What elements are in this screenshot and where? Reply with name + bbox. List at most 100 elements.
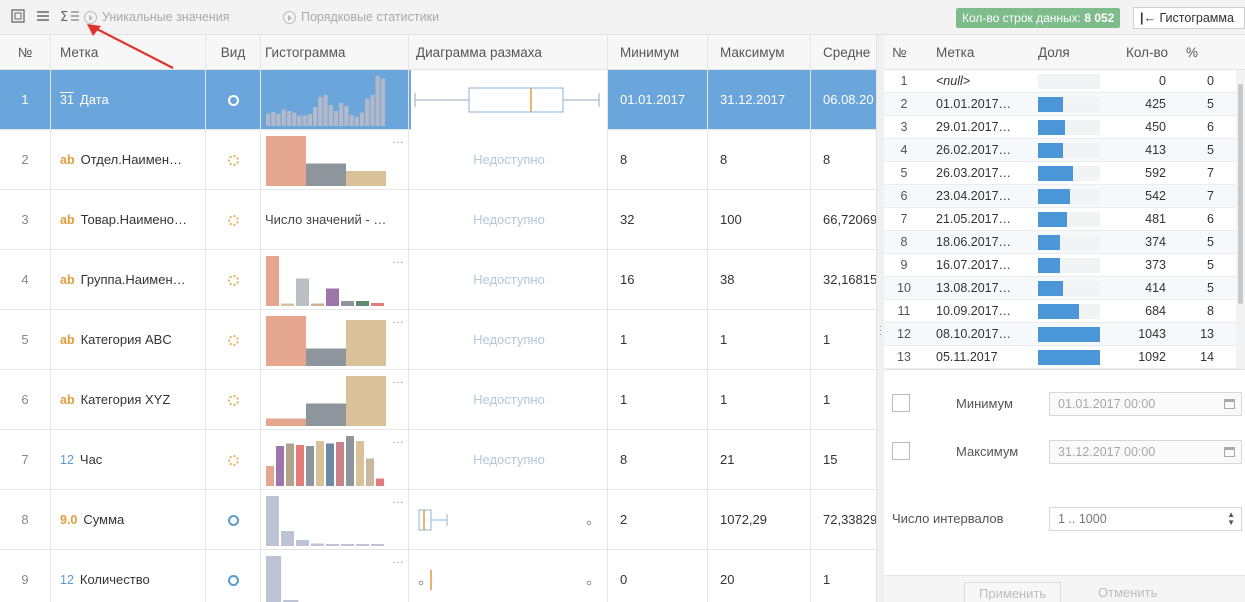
table-row[interactable]: 6 ab Категория XYZ … Недоступно 1 1 1 <box>0 370 876 430</box>
field-label-cell[interactable]: ab Группа.Наимен… <box>60 250 205 310</box>
histogram-bar <box>296 278 309 306</box>
histogram-bar <box>326 443 334 486</box>
intervals-input[interactable]: 1 .. 1000 ▲ ▼ <box>1049 507 1242 531</box>
panel-header-count[interactable]: Кол-во <box>1126 35 1168 70</box>
more-icon[interactable]: … <box>392 373 404 385</box>
panel-header-share[interactable]: Доля <box>1038 35 1070 70</box>
panel-scrollbar[interactable] <box>1236 70 1245 370</box>
histogram-cell[interactable]: … <box>262 430 408 490</box>
field-label-cell[interactable]: 12 Час <box>60 430 205 490</box>
share-bar-fill <box>1038 189 1071 204</box>
max-checkbox[interactable] <box>892 442 910 460</box>
more-icon[interactable]: … <box>392 553 404 565</box>
table-row[interactable]: 2 ab Отдел.Наимен… … Недоступно 8 8 8 <box>0 130 876 190</box>
panel-row-number: 8 <box>900 235 908 249</box>
boxplot-cell[interactable] <box>411 490 607 550</box>
boxplot-cell[interactable]: Недоступно <box>411 250 607 310</box>
boxplot-chart <box>418 570 592 590</box>
max-input[interactable]: 31.12.2017 00:00 <box>1049 440 1242 464</box>
cancel-button[interactable]: Отменить <box>1084 582 1171 602</box>
field-label-cell[interactable]: ab Категория ABC <box>60 310 205 370</box>
more-icon[interactable]: … <box>392 253 404 265</box>
panel-row-count: 481 <box>1145 212 1166 226</box>
panel-row[interactable]: 2 01.01.2017… 425 5 <box>884 93 1236 116</box>
histogram-cell[interactable]: … <box>262 550 408 602</box>
panel-row[interactable]: 4 26.02.2017… 413 5 <box>884 139 1236 162</box>
table-row[interactable]: 3 ab Товар.Наимено… Число значений - … Недос… <box>0 190 876 250</box>
histogram-cell[interactable]: … <box>262 130 408 190</box>
calendar-icon[interactable] <box>1224 399 1235 409</box>
panel-header-num[interactable]: № <box>892 35 906 70</box>
more-icon[interactable]: … <box>392 433 404 445</box>
field-label-cell[interactable]: 31 Дата <box>60 70 205 130</box>
value-mean: 1 <box>823 572 831 587</box>
boxplot-cell[interactable]: Недоступно <box>411 370 607 430</box>
panel-header-pct[interactable]: % <box>1186 35 1198 70</box>
histogram-cell[interactable]: … <box>262 490 408 550</box>
header-num[interactable]: № <box>0 35 50 70</box>
histogram-cell[interactable]: … <box>262 310 408 370</box>
histogram-bar <box>276 446 284 486</box>
histogram-bar <box>371 544 384 546</box>
table-row[interactable]: 1 31 Дата 01.01.2017 31.12.2017 06.08.20 <box>0 70 876 130</box>
frame-icon[interactable] <box>10 9 26 25</box>
panel-header-label[interactable]: Метка <box>936 35 974 70</box>
field-label-cell[interactable]: ab Категория XYZ <box>60 370 205 430</box>
histogram-chart <box>266 376 386 426</box>
header-boxplot[interactable]: Диаграмма размаха <box>416 35 596 70</box>
boxplot-cell[interactable] <box>411 550 607 602</box>
table-row[interactable]: 4 ab Группа.Наимен… … Недоступно 16 38 32,16815 <box>0 250 876 310</box>
panel-row[interactable]: 12 08.10.2017… 1043 13 <box>884 323 1236 346</box>
header-histogram[interactable]: Гистограмма <box>265 35 405 70</box>
categorical-icon <box>227 455 239 467</box>
header-kind[interactable]: Вид <box>208 35 258 70</box>
panel-splitter[interactable]: · · · <box>876 35 884 602</box>
panel-row[interactable]: 6 23.04.2017… 542 7 <box>884 185 1236 208</box>
histogram-cell[interactable]: Число значений - … <box>262 190 408 250</box>
boxplot-cell[interactable]: Недоступно <box>411 190 607 250</box>
list-icon[interactable] <box>35 9 51 25</box>
min-input[interactable]: 01.01.2017 00:00 <box>1049 392 1242 416</box>
field-kind-cell <box>208 370 258 430</box>
panel-row[interactable]: 5 26.03.2017… 592 7 <box>884 162 1236 185</box>
histogram-cell[interactable] <box>262 70 408 130</box>
more-icon[interactable]: … <box>392 133 404 145</box>
panel-row[interactable]: 3 29.01.2017… 450 6 <box>884 116 1236 139</box>
header-mean[interactable]: Средне <box>823 35 876 70</box>
calendar-icon[interactable] <box>1224 447 1235 457</box>
table-row[interactable]: 5 ab Категория ABC … Недоступно 1 1 1 <box>0 310 876 370</box>
table-row[interactable]: 9 12 Количество … 0 20 1 <box>0 550 876 602</box>
panel-row[interactable]: 9 16.07.2017… 373 5 <box>884 254 1236 277</box>
more-icon[interactable]: … <box>392 313 404 325</box>
table-row[interactable]: 7 12 Час … Недоступно 8 21 15 <box>0 430 876 490</box>
apply-button[interactable]: Применить <box>964 582 1062 602</box>
ordinal-stats-link[interactable]: Порядковые статистики <box>283 9 439 25</box>
header-max[interactable]: Максимум <box>720 35 800 70</box>
boxplot-cell[interactable] <box>411 70 607 130</box>
header-min[interactable]: Минимум <box>620 35 700 70</box>
field-label: Дата <box>79 92 109 107</box>
sigma-list-icon[interactable]: Σ <box>60 9 80 25</box>
histogram-button[interactable]: |← Гистограмма <box>1133 7 1245 29</box>
field-label-cell[interactable]: ab Товар.Наимено… <box>60 190 205 250</box>
panel-row[interactable]: 8 18.06.2017… 374 5 <box>884 231 1236 254</box>
boxplot-cell[interactable]: Недоступно <box>411 130 607 190</box>
histogram-cell[interactable]: … <box>262 250 408 310</box>
field-label-cell[interactable]: 9.0 Сумма <box>60 490 205 550</box>
min-checkbox[interactable] <box>892 394 910 412</box>
panel-row[interactable]: 1 <null> 0 0 <box>884 70 1236 93</box>
panel-row[interactable]: 13 05.11.2017 1092 14 <box>884 346 1236 369</box>
table-row[interactable]: 8 9.0 Сумма … 2 1072,29 72,33829 <box>0 490 876 550</box>
boxplot-cell[interactable]: Недоступно <box>411 310 607 370</box>
panel-row[interactable]: 7 21.05.2017… 481 6 <box>884 208 1236 231</box>
panel-row[interactable]: 10 13.08.2017… 414 5 <box>884 277 1236 300</box>
field-label-cell[interactable]: 12 Количество <box>60 550 205 602</box>
panel-row-pct: 7 <box>1207 189 1214 203</box>
scrollbar-thumb[interactable] <box>1238 84 1243 304</box>
boxplot-cell[interactable]: Недоступно <box>411 430 607 490</box>
panel-row[interactable]: 11 10.09.2017… 684 8 <box>884 300 1236 323</box>
field-label-cell[interactable]: ab Отдел.Наимен… <box>60 130 205 190</box>
more-icon[interactable]: … <box>392 493 404 505</box>
spinner-icon[interactable]: ▲ ▼ <box>1227 511 1235 527</box>
histogram-cell[interactable]: … <box>262 370 408 430</box>
